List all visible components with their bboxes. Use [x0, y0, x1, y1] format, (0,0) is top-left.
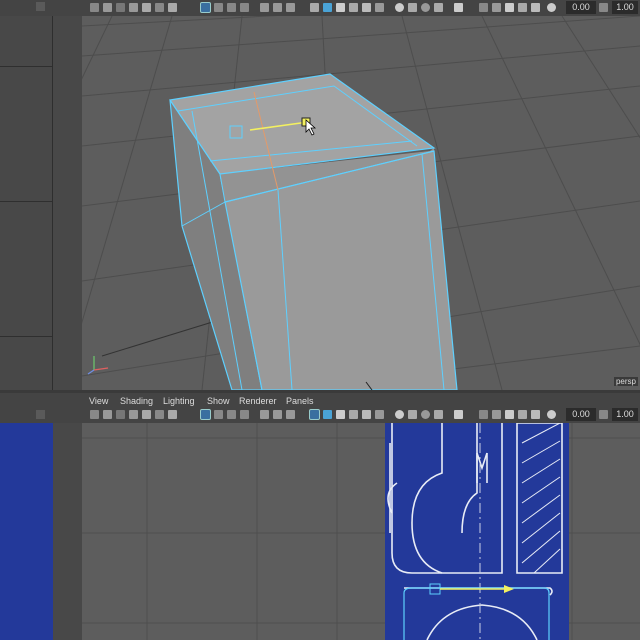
motion-blur-icon[interactable]	[408, 410, 417, 419]
blueprint-strip	[0, 423, 53, 640]
2d-pan-icon[interactable]	[168, 410, 177, 419]
bottom-viewport-toolbar: 0.00 1.00	[0, 407, 640, 423]
resolution-gate-icon[interactable]	[227, 410, 236, 419]
ambient-occlusion-icon[interactable]	[395, 410, 404, 419]
wireframe-icon[interactable]	[310, 3, 319, 12]
safe-title-icon[interactable]	[286, 3, 295, 12]
film-gate-icon[interactable]	[214, 3, 223, 12]
2d-pan-icon[interactable]	[168, 3, 177, 12]
camera-attributes-icon[interactable]	[103, 410, 112, 419]
ambient-occlusion-icon[interactable]	[395, 3, 404, 12]
wireframe-on-shaded-icon[interactable]	[336, 3, 345, 12]
gamma-field[interactable]: 1.00	[612, 1, 638, 14]
left-panel-bottom	[0, 423, 82, 640]
shadows-icon[interactable]	[375, 410, 384, 419]
blueprint-image-plane[interactable]	[385, 423, 569, 640]
image-plane-icon[interactable]	[129, 3, 138, 12]
smooth-shade-icon[interactable]	[323, 3, 332, 12]
menu-shading[interactable]: Shading	[120, 395, 153, 407]
isolate-select-icon[interactable]	[454, 410, 463, 419]
left-panel-top	[0, 16, 82, 390]
xray-icon[interactable]	[479, 3, 488, 12]
pan-zoom-icon[interactable]	[142, 410, 151, 419]
exposure-icon[interactable]	[531, 410, 540, 419]
gamma-slider-icon[interactable]	[599, 410, 608, 419]
exposure-icon[interactable]	[531, 3, 540, 12]
gamma-field[interactable]: 1.00	[612, 408, 638, 421]
textured-icon[interactable]	[349, 3, 358, 12]
axis-gizmo-icon	[87, 356, 109, 375]
depth-of-field-icon[interactable]	[434, 410, 443, 419]
camera-name-label: persp	[613, 377, 638, 386]
textured-icon[interactable]	[349, 410, 358, 419]
grid-icon[interactable]	[200, 2, 211, 13]
gear-icon[interactable]	[547, 410, 556, 419]
camera-attributes-icon[interactable]	[103, 3, 112, 12]
safe-action-icon[interactable]	[273, 3, 282, 12]
field-chart-icon[interactable]	[260, 3, 269, 12]
anti-aliasing-icon[interactable]	[421, 3, 430, 12]
depth-of-field-icon[interactable]	[434, 3, 443, 12]
orthographic-viewport[interactable]	[82, 423, 640, 640]
dropdown-arrow-icon[interactable]	[36, 2, 45, 11]
xray-joints-icon[interactable]	[492, 3, 501, 12]
gate-mask-icon[interactable]	[240, 3, 249, 12]
wireframe-icon[interactable]	[309, 409, 320, 420]
select-camera-icon[interactable]	[90, 410, 99, 419]
smooth-shade-icon[interactable]	[323, 410, 332, 419]
gate-mask-icon[interactable]	[240, 410, 249, 419]
motion-blur-icon[interactable]	[408, 3, 417, 12]
select-camera-icon[interactable]	[90, 3, 99, 12]
xray-joints-icon[interactable]	[492, 410, 501, 419]
perspective-viewport[interactable]: persp	[82, 16, 640, 390]
gamma-slider-icon[interactable]	[599, 3, 608, 12]
field-chart-icon[interactable]	[260, 410, 269, 419]
grease-pencil-icon[interactable]	[155, 3, 164, 12]
exposure-field[interactable]: 0.00	[566, 408, 596, 421]
perspective-scene[interactable]	[82, 16, 640, 390]
dropdown-arrow-icon[interactable]	[36, 410, 45, 419]
camera-overlay-icon[interactable]	[505, 3, 514, 12]
menu-lighting[interactable]: Lighting	[163, 395, 195, 407]
camera-overlay-icon[interactable]	[505, 410, 514, 419]
use-all-lights-icon[interactable]	[362, 410, 371, 419]
gear-icon[interactable]	[547, 3, 556, 12]
top-viewport-toolbar: 0.00 1.00	[0, 0, 640, 16]
image-plane-icon[interactable]	[129, 410, 138, 419]
film-gate-icon[interactable]	[214, 410, 223, 419]
menu-view[interactable]: View	[89, 395, 108, 407]
wireframe-on-shaded-icon[interactable]	[336, 410, 345, 419]
safe-action-icon[interactable]	[273, 410, 282, 419]
xray-icon[interactable]	[479, 410, 488, 419]
grease-pencil-icon[interactable]	[155, 410, 164, 419]
gamma-icon[interactable]	[518, 3, 527, 12]
bookmark-icon[interactable]	[116, 410, 125, 419]
anti-aliasing-icon[interactable]	[421, 410, 430, 419]
menu-panels[interactable]: Panels	[286, 395, 314, 407]
shadows-icon[interactable]	[375, 3, 384, 12]
use-all-lights-icon[interactable]	[362, 3, 371, 12]
menu-renderer[interactable]: Renderer	[239, 395, 277, 407]
gamma-icon[interactable]	[518, 410, 527, 419]
pan-zoom-icon[interactable]	[142, 3, 151, 12]
exposure-field[interactable]: 0.00	[566, 1, 596, 14]
grid-icon[interactable]	[200, 409, 211, 420]
resolution-gate-icon[interactable]	[227, 3, 236, 12]
menu-show[interactable]: Show	[207, 395, 230, 407]
bookmark-icon[interactable]	[116, 3, 125, 12]
ortho-scene[interactable]	[82, 423, 640, 640]
safe-title-icon[interactable]	[286, 410, 295, 419]
isolate-select-icon[interactable]	[454, 3, 463, 12]
